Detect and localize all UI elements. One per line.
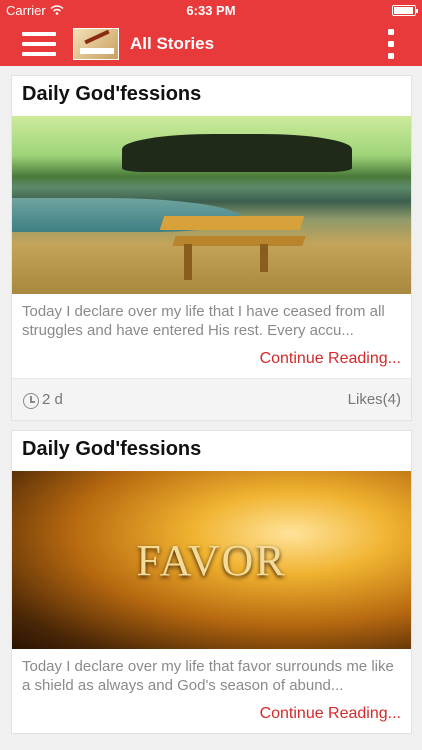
likes-count[interactable]: Likes(4) (348, 391, 401, 408)
nav-bar: All Stories (0, 22, 422, 66)
clock-icon (23, 393, 39, 409)
story-image[interactable] (12, 116, 411, 294)
image-bench-leg (260, 244, 268, 272)
continue-reading-link[interactable]: Continue Reading... (12, 695, 411, 733)
hamburger-menu-icon[interactable] (22, 32, 56, 56)
vertical-dots-icon[interactable] (388, 29, 396, 59)
app-logo-icon (73, 28, 119, 60)
image-bench-leg (184, 244, 192, 280)
story-card[interactable]: Daily God'fessions FAVOR Today I declare… (11, 430, 412, 734)
image-word: FAVOR (136, 535, 287, 585)
image-bench-back (172, 236, 306, 246)
story-title: Daily God'fessions (22, 83, 202, 105)
image-bench-seat (159, 216, 305, 230)
battery-icon (392, 5, 418, 16)
story-age: 2 d (42, 391, 63, 408)
story-excerpt: Today I declare over my life that favor … (22, 658, 394, 694)
story-feed: Daily God'fessions Today I declare over … (11, 75, 412, 743)
story-card[interactable]: Daily God'fessions Today I declare over … (11, 75, 412, 421)
continue-reading-link[interactable]: Continue Reading... (12, 340, 411, 378)
story-excerpt: Today I declare over my life that I have… (22, 303, 385, 339)
page-title: All Stories (130, 34, 215, 53)
story-footer: 2 d Likes(4) (12, 378, 411, 420)
clock-time: 6:33 PM (186, 3, 236, 18)
story-title: Daily God'fessions (22, 438, 202, 460)
image-trees (122, 134, 352, 172)
status-bar: Carrier 6:33 PM (0, 0, 422, 22)
story-image[interactable]: FAVOR (12, 471, 411, 649)
